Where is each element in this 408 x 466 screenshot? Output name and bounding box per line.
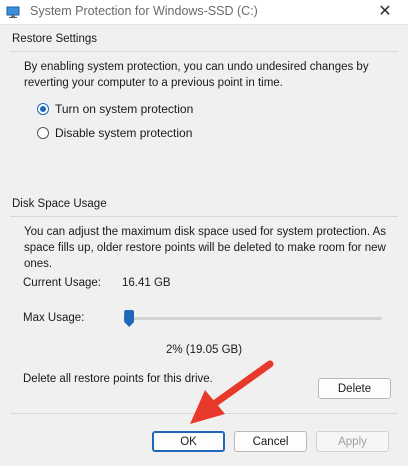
turn-on-protection-label: Turn on system protection bbox=[55, 102, 194, 116]
max-usage-value: 2% (19.05 GB) bbox=[165, 344, 243, 356]
restore-settings-heading: Restore Settings bbox=[12, 33, 98, 45]
close-icon: ✕ bbox=[378, 3, 392, 20]
restore-settings-divider bbox=[10, 51, 398, 52]
delete-restore-points-text: Delete all restore points for this drive… bbox=[23, 373, 213, 385]
disk-space-divider bbox=[10, 216, 398, 217]
max-usage-slider[interactable] bbox=[124, 310, 382, 327]
ok-button[interactable]: OK bbox=[152, 431, 225, 452]
current-usage-label: Current Usage: bbox=[23, 277, 101, 289]
disk-space-description: You can adjust the maximum disk space us… bbox=[24, 226, 387, 270]
title-bar: System Protection for Windows-SSD (C:) ✕ bbox=[0, 0, 408, 25]
turn-on-protection-radio[interactable] bbox=[37, 103, 49, 115]
restore-settings-description: By enabling system protection, you can u… bbox=[24, 61, 369, 89]
close-button[interactable]: ✕ bbox=[370, 2, 400, 22]
shield-computer-icon bbox=[6, 6, 20, 18]
slider-thumb[interactable] bbox=[124, 310, 135, 327]
current-usage-value: 16.41 GB bbox=[122, 277, 171, 289]
delete-button[interactable]: Delete bbox=[318, 378, 391, 399]
max-usage-label: Max Usage: bbox=[23, 312, 85, 324]
disk-space-heading: Disk Space Usage bbox=[12, 198, 107, 210]
disable-protection-radio[interactable] bbox=[37, 127, 49, 139]
disable-protection-option[interactable]: Disable system protection bbox=[37, 125, 192, 141]
footer-divider bbox=[10, 413, 398, 414]
turn-on-protection-option[interactable]: Turn on system protection bbox=[37, 101, 193, 117]
window-title: System Protection for Windows-SSD (C:) bbox=[30, 4, 258, 18]
disable-protection-label: Disable system protection bbox=[55, 126, 193, 140]
apply-button[interactable]: Apply bbox=[316, 431, 389, 452]
cancel-button[interactable]: Cancel bbox=[234, 431, 307, 452]
